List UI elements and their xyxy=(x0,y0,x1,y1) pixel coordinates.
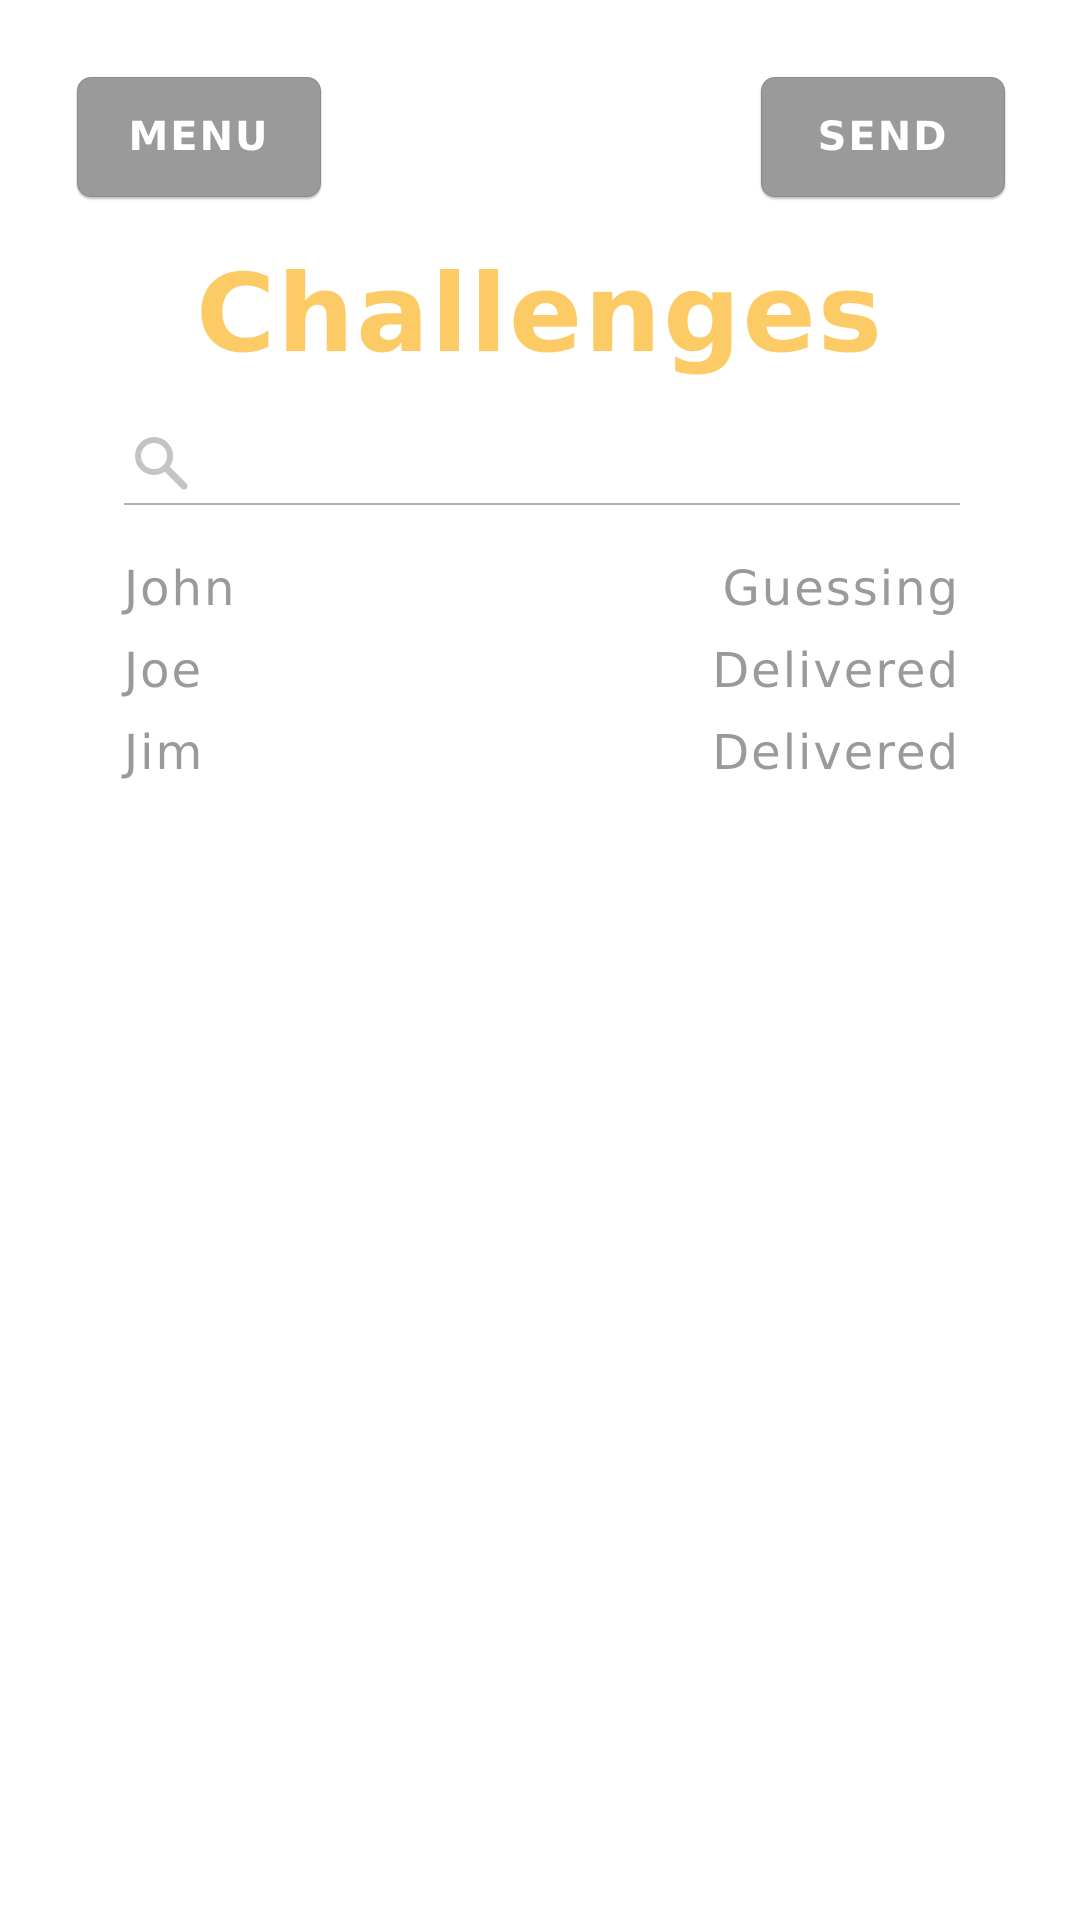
challenge-row-john[interactable]: John Guessing xyxy=(124,548,960,630)
page-title: Challenges xyxy=(195,252,885,377)
send-button[interactable]: SEND xyxy=(761,77,1005,197)
challenge-name: John xyxy=(124,561,237,617)
challenge-status: Delivered xyxy=(712,643,960,699)
challenge-list: John Guessing Joe Delivered Jim Delivere… xyxy=(124,548,960,794)
menu-button[interactable]: MENU xyxy=(77,77,321,197)
challenge-row-joe[interactable]: Joe Delivered xyxy=(124,630,960,712)
search-input[interactable] xyxy=(204,430,948,496)
menu-button-label: MENU xyxy=(128,114,270,160)
challenge-name: Joe xyxy=(124,643,204,699)
challenge-status: Delivered xyxy=(712,725,960,781)
search-bar[interactable] xyxy=(124,420,960,505)
challenge-row-jim[interactable]: Jim Delivered xyxy=(124,712,960,794)
search-icon xyxy=(130,432,190,492)
challenge-name: Jim xyxy=(124,725,205,781)
challenge-status: Guessing xyxy=(722,561,960,617)
send-button-label: SEND xyxy=(817,114,949,160)
